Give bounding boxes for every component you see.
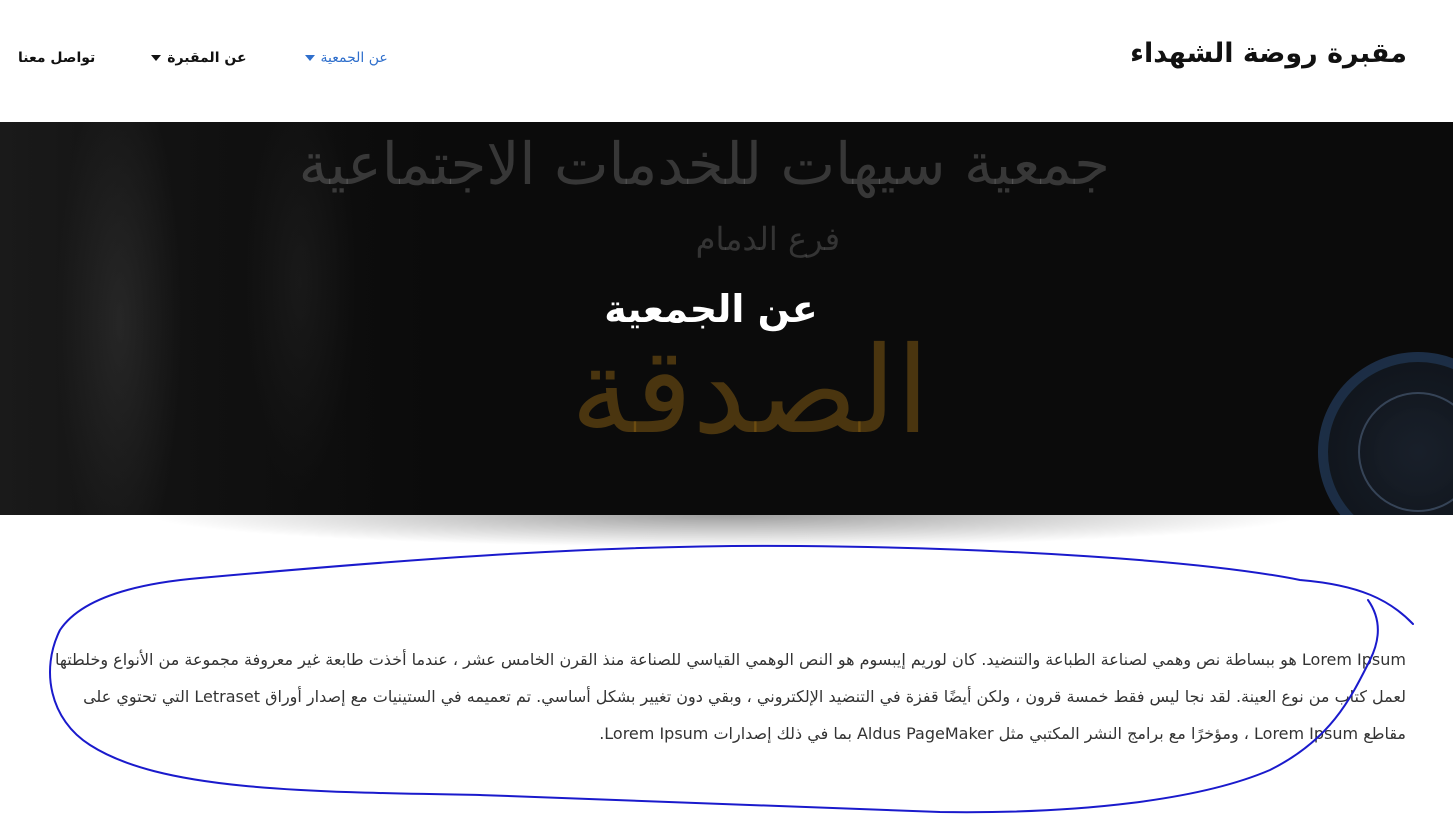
hero-drop-shadow bbox=[0, 515, 1453, 565]
hero-banner: جمعية سيهات للخدمات الاجتماعية فرع الدما… bbox=[0, 122, 1453, 515]
caret-down-icon bbox=[151, 55, 162, 61]
nav-item-contact[interactable]: تواصل معنا bbox=[18, 50, 95, 66]
nav-item-about-society[interactable]: عن الجمعية bbox=[304, 50, 388, 66]
site-title[interactable]: مقبرة روضة الشهداء bbox=[1130, 38, 1407, 69]
about-paragraph: Lorem Ipsum هو ببساطة نص وهمي لصناعة الط… bbox=[54, 650, 1406, 743]
hero-calligraphy-branch: فرع الدمام bbox=[695, 220, 840, 258]
society-emblem-icon bbox=[1318, 352, 1453, 515]
page-title: عن الجمعية bbox=[604, 287, 818, 331]
nav-item-label: تواصل معنا bbox=[18, 50, 96, 66]
nav-item-label: عن المقبرة bbox=[167, 50, 247, 66]
main-nav: تواصل معنا عن المقبرة عن الجمعية bbox=[18, 50, 388, 66]
emblem-inner-ring bbox=[1358, 392, 1453, 512]
nav-item-label: عن الجمعية bbox=[320, 50, 388, 66]
site-header: مقبرة روضة الشهداء تواصل معنا عن المقبرة… bbox=[0, 0, 1453, 122]
caret-down-icon bbox=[304, 55, 315, 61]
hero-calligraphy-society-name: جمعية سيهات للخدمات الاجتماعية bbox=[298, 130, 1110, 198]
nav-item-about-cemetery[interactable]: عن المقبرة bbox=[151, 50, 247, 66]
hero-calligraphy-charity: الصدقة bbox=[570, 322, 930, 461]
